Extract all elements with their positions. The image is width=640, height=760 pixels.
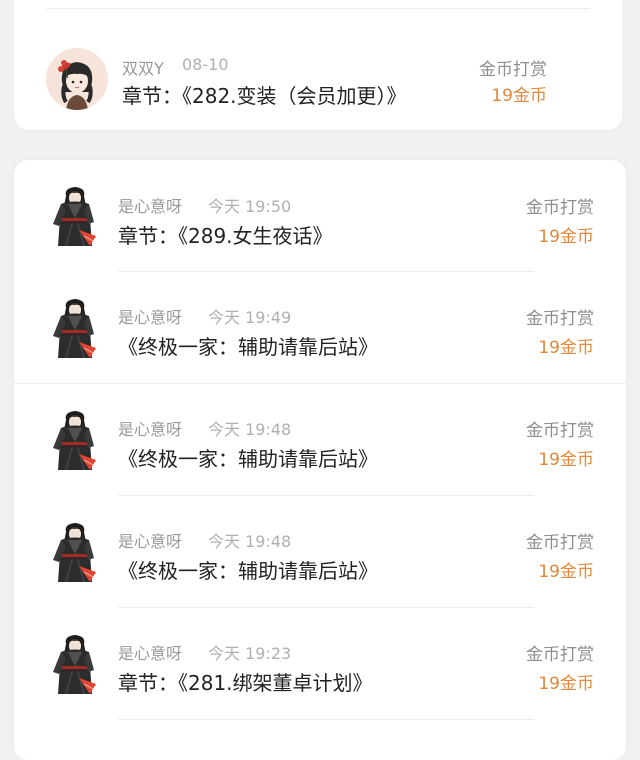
gift-type-label: 金币打赏 <box>479 60 547 80</box>
reward-list-item[interactable]: 是心意呀 今天 19:23 章节：《281.绑架董卓计划》 金币打赏 19金币 <box>14 608 626 720</box>
timestamp: 今天 19:48 <box>208 420 292 439</box>
username[interactable]: 是心意呀 <box>118 528 182 552</box>
username[interactable]: 是心意呀 <box>118 304 182 328</box>
avatar-swordsman-icon[interactable] <box>44 632 106 694</box>
gift-type-label: 金币打赏 <box>526 309 594 329</box>
reward-content[interactable]: 《终极一家：辅助请靠后站》 <box>118 443 378 472</box>
gift-amount: 19金币 <box>538 227 594 247</box>
gift-amount: 19金币 <box>491 86 547 106</box>
reward-list-item[interactable]: 是心意呀 今天 19:48 《终极一家：辅助请靠后站》 金币打赏 19金币 <box>14 384 626 496</box>
reward-card-list: 是心意呀 今天 19:50 章节：《289.女生夜话》 金币打赏 19金币 是心… <box>14 160 626 760</box>
avatar-girl-red-flower-icon[interactable] <box>46 48 108 110</box>
timestamp: 今天 19:48 <box>208 532 292 551</box>
timestamp: 今天 19:23 <box>208 644 292 663</box>
reward-content[interactable]: 章节：《281.绑架董卓计划》 <box>118 667 373 696</box>
username[interactable]: 是心意呀 <box>118 640 182 664</box>
timestamp: 今天 19:49 <box>208 308 292 327</box>
gift-amount: 19金币 <box>538 674 594 694</box>
timestamp: 今天 19:50 <box>208 197 292 216</box>
avatar-swordsman-icon[interactable] <box>44 184 106 246</box>
reward-list-item[interactable]: 是心意呀 今天 19:49 《终极一家：辅助请靠后站》 金币打赏 19金币 <box>14 272 626 384</box>
gift-amount: 19金币 <box>538 450 594 470</box>
gift-type-label: 金币打赏 <box>526 198 594 218</box>
reward-content[interactable]: 《终极一家：辅助请靠后站》 <box>118 555 378 584</box>
timestamp: 08-10 <box>182 55 229 74</box>
avatar-swordsman-icon[interactable] <box>44 408 106 470</box>
reward-list-item[interactable]: 双双Y 08-10 章节：《282.变装（会员加更）》 金币打赏 19金币 <box>14 0 622 110</box>
reward-content[interactable]: 《终极一家：辅助请靠后站》 <box>118 331 378 360</box>
reward-list-item[interactable]: 是心意呀 今天 19:48 《终极一家：辅助请靠后站》 金币打赏 19金币 <box>14 496 626 608</box>
gift-amount: 19金币 <box>538 562 594 582</box>
reward-content[interactable]: 章节：《282.变装（会员加更）》 <box>122 80 407 109</box>
gift-type-label: 金币打赏 <box>526 533 594 553</box>
gift-type-label: 金币打赏 <box>526 645 594 665</box>
reward-content[interactable]: 章节：《289.女生夜话》 <box>118 220 333 249</box>
username[interactable]: 是心意呀 <box>118 193 182 217</box>
username[interactable]: 双双Y <box>122 55 164 79</box>
gift-type-label: 金币打赏 <box>526 421 594 441</box>
avatar-swordsman-icon[interactable] <box>44 296 106 358</box>
avatar-swordsman-icon[interactable] <box>44 520 106 582</box>
reward-list-item[interactable]: 是心意呀 今天 19:50 章节：《289.女生夜话》 金币打赏 19金币 <box>14 160 626 272</box>
username[interactable]: 是心意呀 <box>118 416 182 440</box>
divider <box>118 719 534 720</box>
reward-card-previous: 双双Y 08-10 章节：《282.变装（会员加更）》 金币打赏 19金币 <box>14 0 622 130</box>
gift-amount: 19金币 <box>538 338 594 358</box>
